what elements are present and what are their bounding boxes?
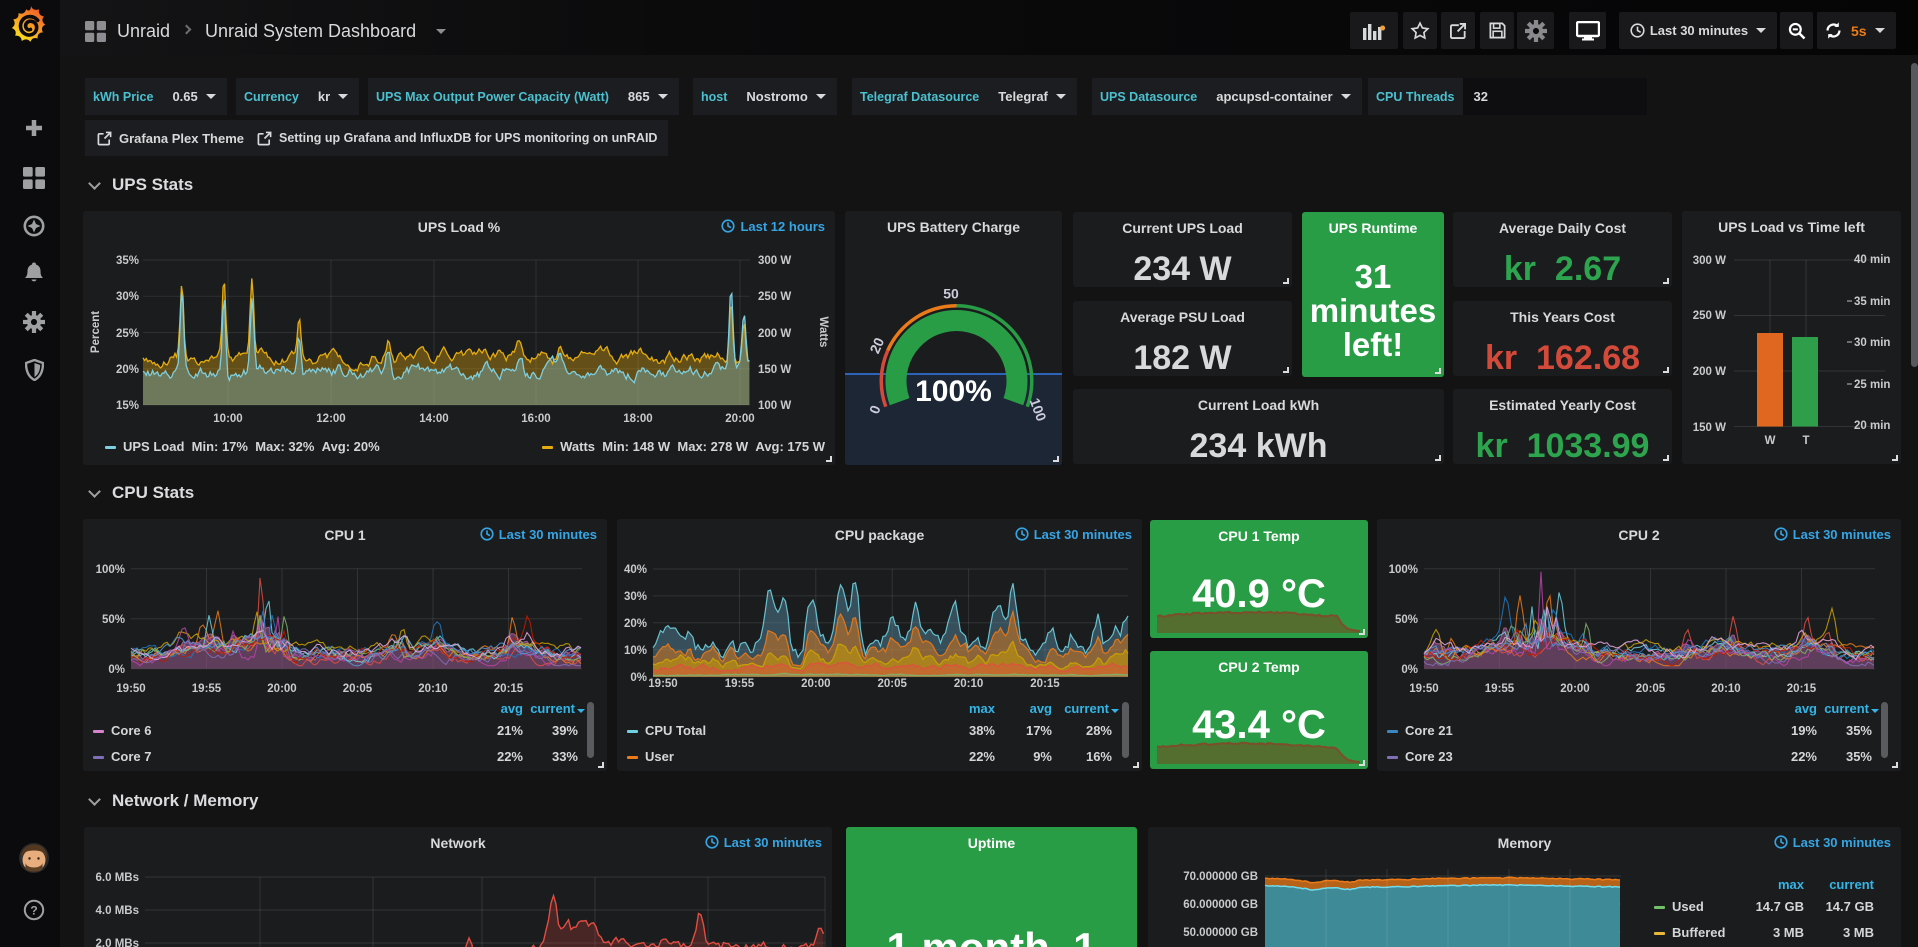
svg-text:20:15: 20:15 bbox=[1787, 683, 1817, 695]
svg-text:10:00: 10:00 bbox=[213, 413, 242, 425]
svg-text:100%: 100% bbox=[96, 564, 125, 576]
svg-text:19:55: 19:55 bbox=[1485, 683, 1515, 695]
svg-text:12:00: 12:00 bbox=[316, 413, 345, 425]
svg-text:W: W bbox=[1765, 435, 1776, 447]
svg-text:200 W: 200 W bbox=[1693, 366, 1726, 378]
svg-text:20:05: 20:05 bbox=[343, 683, 373, 695]
svg-text:50.000000 GB: 50.000000 GB bbox=[1183, 927, 1258, 939]
svg-text:T: T bbox=[1802, 435, 1809, 447]
svg-text:20 min: 20 min bbox=[1854, 420, 1890, 432]
svg-text:60.000000 GB: 60.000000 GB bbox=[1183, 899, 1258, 911]
svg-text:?: ? bbox=[30, 904, 37, 918]
svg-text:2.0 MBs: 2.0 MBs bbox=[96, 938, 139, 947]
svg-text:16:00: 16:00 bbox=[521, 413, 550, 425]
svg-text:30 min: 30 min bbox=[1854, 337, 1890, 349]
svg-text:20:05: 20:05 bbox=[1636, 683, 1666, 695]
svg-text:35%: 35% bbox=[116, 255, 139, 267]
svg-text:20:10: 20:10 bbox=[1711, 683, 1740, 695]
svg-text:0%: 0% bbox=[630, 672, 647, 684]
svg-text:35 min: 35 min bbox=[1854, 296, 1890, 308]
svg-text:15%: 15% bbox=[116, 400, 139, 412]
svg-text:19:50: 19:50 bbox=[1409, 683, 1438, 695]
svg-text:18:00: 18:00 bbox=[623, 413, 652, 425]
svg-text:100%: 100% bbox=[1389, 564, 1418, 576]
svg-text:4.0 MBs: 4.0 MBs bbox=[96, 905, 139, 917]
svg-text:20:00: 20:00 bbox=[1560, 683, 1589, 695]
svg-text:40%: 40% bbox=[624, 564, 647, 576]
svg-text:30%: 30% bbox=[116, 291, 139, 303]
svg-text:250 W: 250 W bbox=[1693, 310, 1726, 322]
svg-text:250 W: 250 W bbox=[758, 291, 791, 303]
svg-text:20:00: 20:00 bbox=[725, 413, 754, 425]
svg-text:0%: 0% bbox=[108, 664, 125, 676]
svg-text:20%: 20% bbox=[116, 364, 139, 376]
svg-text:20:10: 20:10 bbox=[418, 683, 447, 695]
svg-text:100 W: 100 W bbox=[758, 400, 791, 412]
svg-text:20%: 20% bbox=[624, 618, 647, 630]
svg-text:19:55: 19:55 bbox=[192, 683, 222, 695]
svg-text:20:05: 20:05 bbox=[877, 678, 907, 690]
svg-text:14:00: 14:00 bbox=[419, 413, 448, 425]
svg-text:300 W: 300 W bbox=[758, 255, 791, 267]
svg-text:200 W: 200 W bbox=[758, 328, 791, 340]
svg-text:6.0 MBs: 6.0 MBs bbox=[96, 872, 139, 884]
svg-text:50: 50 bbox=[943, 286, 959, 302]
svg-text:20:10: 20:10 bbox=[954, 678, 983, 690]
svg-text:30%: 30% bbox=[624, 591, 647, 603]
svg-text:150 W: 150 W bbox=[1693, 422, 1726, 434]
svg-text:20:15: 20:15 bbox=[494, 683, 524, 695]
svg-text:19:50: 19:50 bbox=[116, 683, 145, 695]
svg-text:10%: 10% bbox=[624, 645, 647, 657]
svg-text:40 min: 40 min bbox=[1854, 254, 1890, 266]
svg-text:20:15: 20:15 bbox=[1030, 678, 1060, 690]
svg-text:Percent: Percent bbox=[90, 311, 102, 353]
svg-text:50%: 50% bbox=[1395, 614, 1418, 626]
svg-text:19:50: 19:50 bbox=[648, 678, 677, 690]
svg-text:25 min: 25 min bbox=[1854, 379, 1890, 391]
svg-text:19:55: 19:55 bbox=[725, 678, 755, 690]
svg-text:20:00: 20:00 bbox=[267, 683, 296, 695]
svg-text:300 W: 300 W bbox=[1693, 255, 1726, 267]
svg-text:70.000000 GB: 70.000000 GB bbox=[1183, 871, 1258, 883]
svg-text:50%: 50% bbox=[102, 614, 125, 626]
svg-text:20:00: 20:00 bbox=[801, 678, 830, 690]
svg-text:20: 20 bbox=[866, 335, 887, 356]
svg-text:0%: 0% bbox=[1401, 664, 1418, 676]
svg-text:150 W: 150 W bbox=[758, 364, 791, 376]
svg-text:25%: 25% bbox=[116, 328, 139, 340]
svg-text:Watts: Watts bbox=[817, 317, 829, 348]
